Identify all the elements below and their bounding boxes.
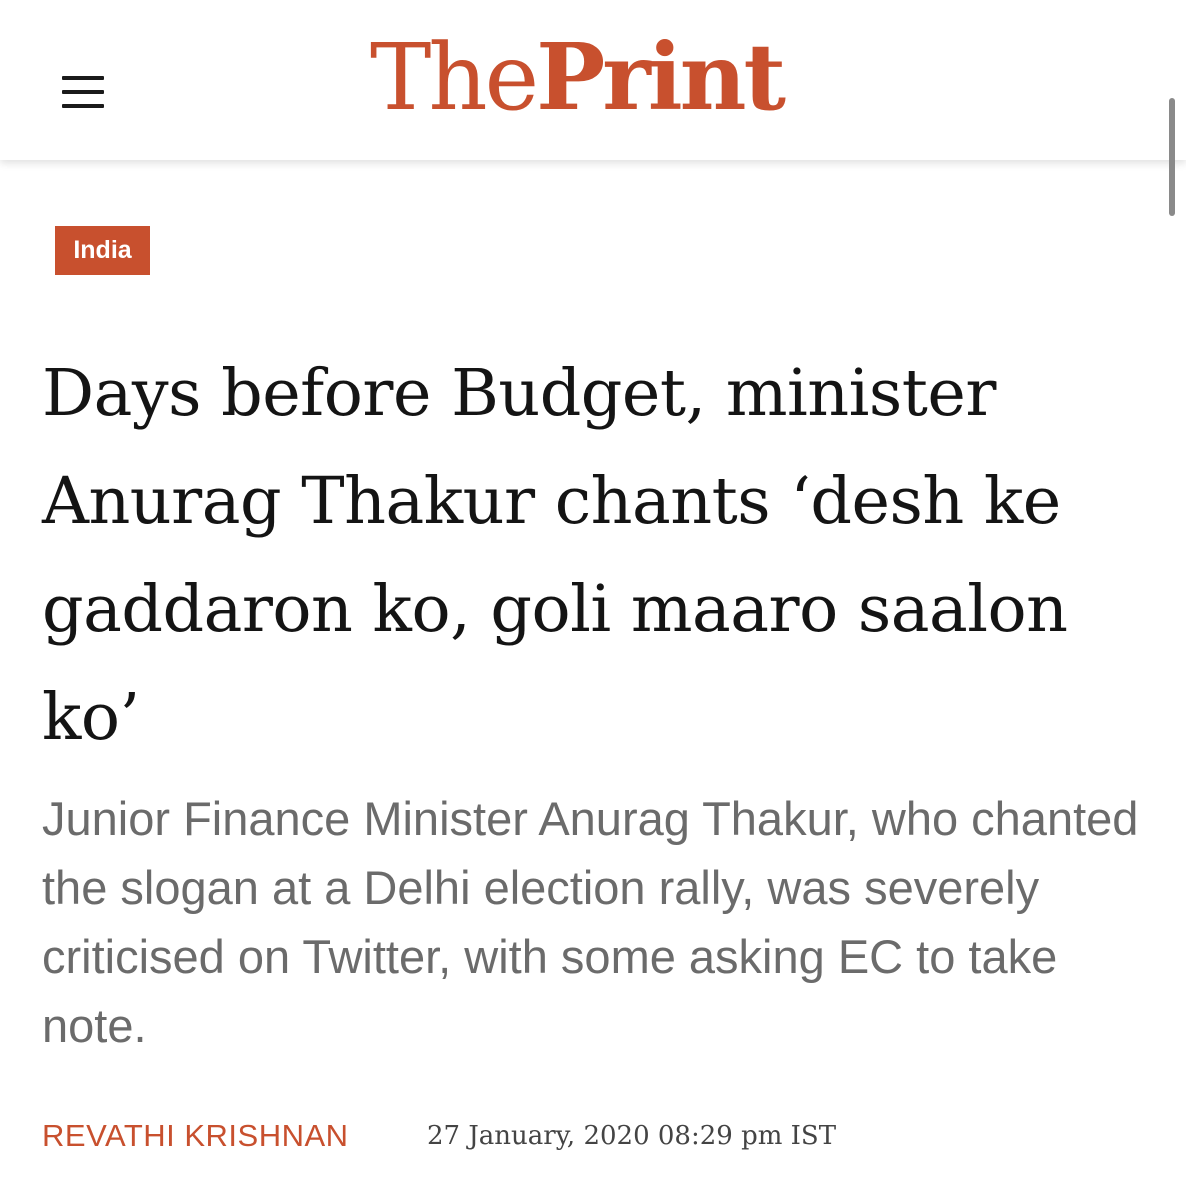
logo-the: The	[370, 24, 539, 131]
menu-bar-bottom	[62, 104, 104, 108]
site-logo[interactable]: ThePrint	[370, 22, 786, 132]
article-subheadline: Junior Finance Minister Anurag Thakur, w…	[42, 792, 1139, 1052]
hamburger-menu-icon[interactable]	[62, 76, 104, 110]
category-badge[interactable]: India	[55, 226, 150, 275]
page-scrollbar[interactable]	[1169, 98, 1175, 216]
menu-bar-middle	[62, 90, 104, 94]
site-header: ThePrint	[0, 0, 1186, 160]
logo-print: Print	[536, 23, 786, 131]
menu-bar-top	[62, 76, 104, 80]
publish-date: 27 January, 2020 08:29 pm IST	[427, 1121, 837, 1151]
article-headline: Days before Budget, minister Anurag Thak…	[42, 356, 1068, 755]
author-link[interactable]: REVATHI KRISHNAN	[42, 1112, 349, 1160]
